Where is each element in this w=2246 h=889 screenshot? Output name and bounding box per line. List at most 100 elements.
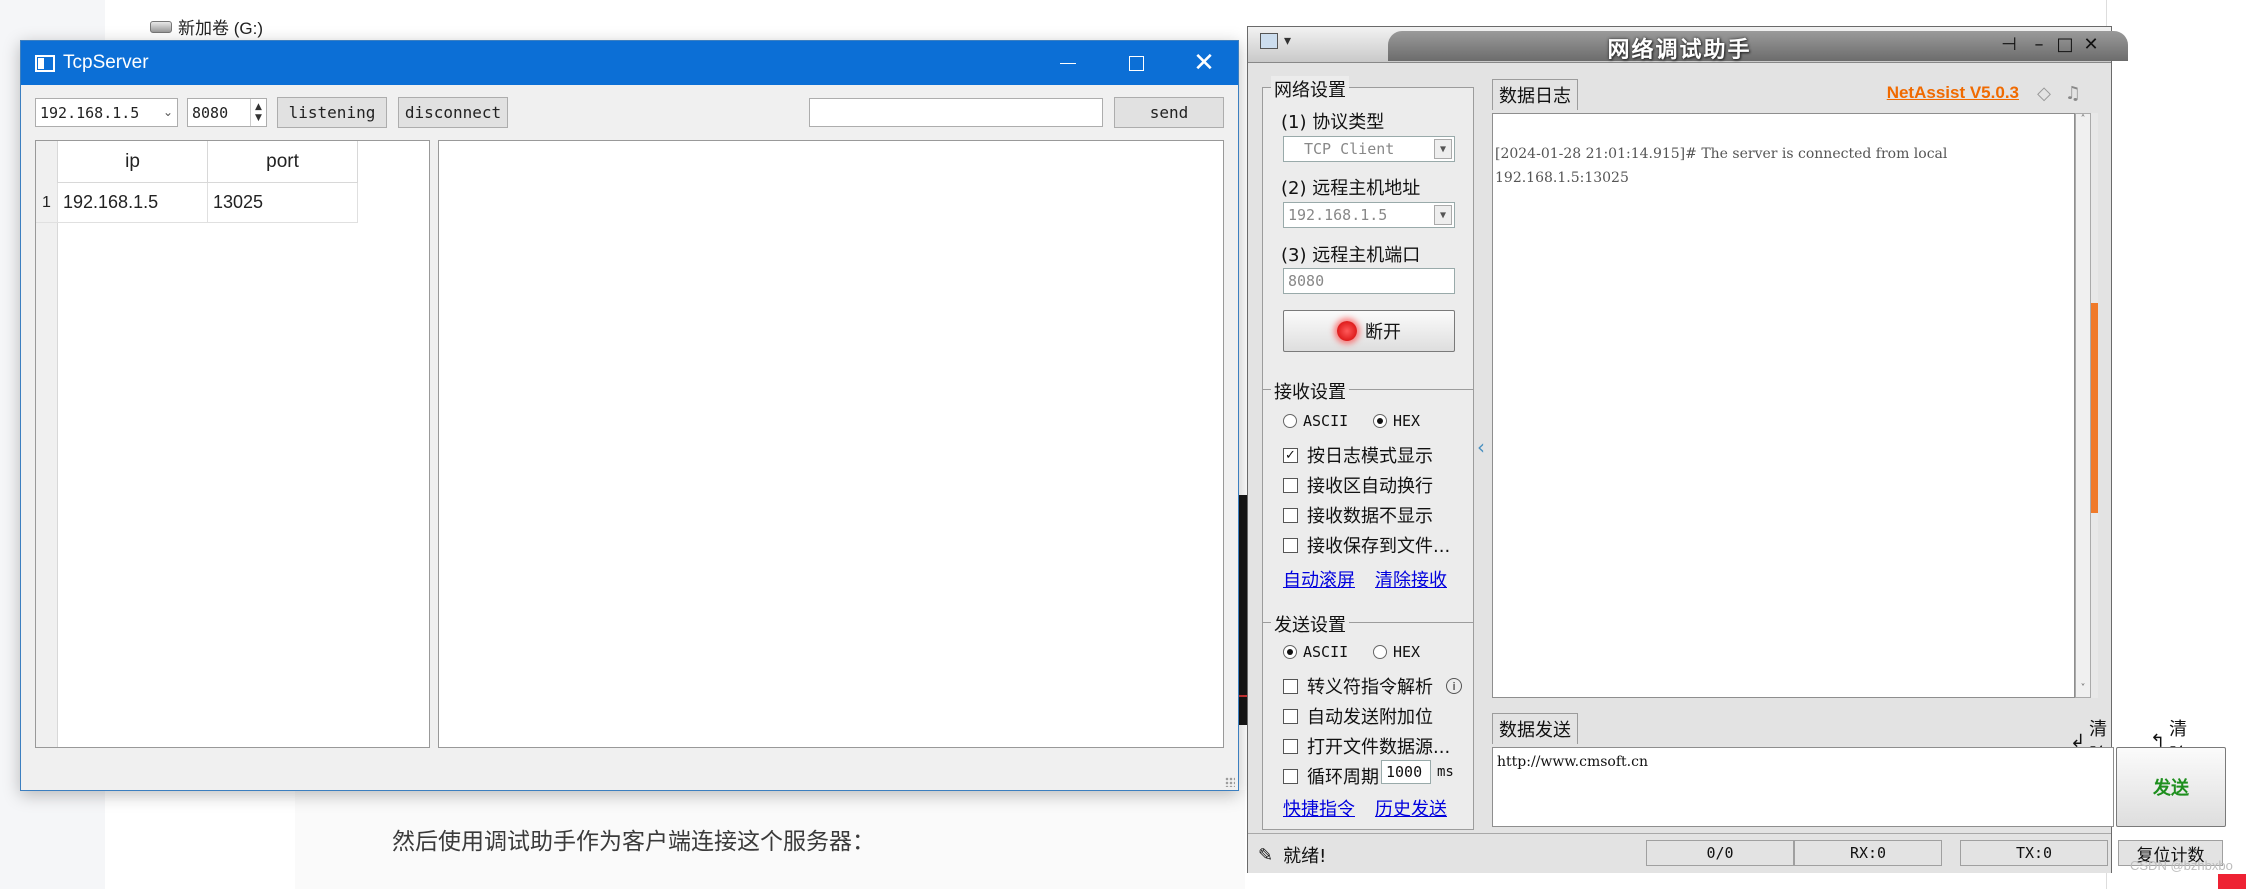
row-index[interactable]: 1 <box>36 183 58 223</box>
period-input[interactable]: 1000 <box>1381 760 1431 784</box>
bell-icon[interactable]: ♫ <box>2065 83 2081 104</box>
resize-grip-icon[interactable] <box>1225 777 1235 787</box>
auto-wrap-checkbox[interactable]: 接收区自动换行 <box>1283 472 1433 498</box>
save-file-checkbox[interactable]: 接收保存到文件... <box>1283 532 1450 558</box>
listening-button[interactable]: listening <box>277 97 387 128</box>
log-line: [2024-01-28 21:01:14.915]# The server is… <box>1495 146 1948 162</box>
save-file-label: 接收保存到文件... <box>1307 536 1451 557</box>
tcpserver-titlebar[interactable]: TcpServer ✕ <box>21 41 1238 85</box>
scroll-down-icon[interactable]: ˅ <box>2076 683 2090 697</box>
ip-select[interactable]: 192.168.1.5 ⌄ <box>35 98 178 127</box>
client-table[interactable]: ip port 1 192.168.1.5 13025 <box>35 140 430 748</box>
checkbox-icon <box>1283 678 1298 694</box>
receive-log[interactable]: [2024-01-28 21:01:14.915]# The server is… <box>1492 113 2075 698</box>
tab-data-send[interactable]: 数据发送 <box>1492 713 1578 744</box>
log-mode-checkbox[interactable]: ✓ 按日志模式显示 <box>1283 442 1433 468</box>
escape-parse-checkbox[interactable]: 转义符指令解析 i <box>1283 673 1462 699</box>
loop-period-label: 循环周期 <box>1307 767 1379 788</box>
checkbox-icon <box>1283 708 1298 724</box>
auto-scroll-link[interactable]: 自动滚屏 <box>1283 566 1355 592</box>
period-unit: ms <box>1437 764 1454 780</box>
info-icon[interactable]: i <box>1446 678 1462 694</box>
port-input[interactable]: 8080 <box>1283 268 1455 294</box>
status-bar: ✎ 就绪! 0/0 RX:0 TX:0 复位计数 <box>1248 833 2223 873</box>
send-input[interactable] <box>809 98 1103 127</box>
open-file-checkbox[interactable]: 打开文件数据源... <box>1283 733 1450 759</box>
host-select[interactable]: 192.168.1.5 ▼ <box>1283 202 1455 228</box>
send-button[interactable]: send <box>1114 97 1224 128</box>
clear-receive-link[interactable]: 清除接收 <box>1375 566 1447 592</box>
minimize-button[interactable] <box>1034 41 1102 85</box>
netassist-close-button[interactable]: ✕ <box>2081 31 2101 57</box>
tcpserver-window: TcpServer ✕ 192.168.1.5 ⌄ 8080 ▲ ▼ listen… <box>20 40 1239 791</box>
tcpserver-toolbar: 192.168.1.5 ⌄ 8080 ▲ ▼ listening disconne… <box>21 97 1238 128</box>
side-accent-bar <box>2091 113 2098 698</box>
netassist-title: 网络调试助手 <box>1607 38 1752 63</box>
receive-ascii-label: ASCII <box>1303 412 1349 430</box>
checkbox-icon <box>1283 507 1298 523</box>
log-mode-label: 按日志模式显示 <box>1307 446 1433 467</box>
send-settings-panel: 发送设置 ASCII HEX 转义符指令解析 i 自动发送附加位 打开文件数据源.… <box>1262 611 1474 830</box>
loop-period-checkbox[interactable]: 循环周期 <box>1283 763 1379 789</box>
auto-wrap-label: 接收区自动换行 <box>1307 476 1433 497</box>
port-input-value: 8080 <box>1288 272 1325 290</box>
close-icon: ✕ <box>1193 48 1215 78</box>
send-textarea[interactable]: http://www.cmsoft.cn <box>1492 747 2114 827</box>
radio-selected-icon <box>1373 414 1387 428</box>
disconnect-button[interactable]: 断开 <box>1283 310 1455 352</box>
hide-data-checkbox[interactable]: 接收数据不显示 <box>1283 502 1433 528</box>
netassist-minimize-button[interactable]: – <box>2029 31 2049 57</box>
netassist-brand-link[interactable]: NetAssist V5.0.3 <box>1887 83 2019 103</box>
netassist-window: ▾ 网络调试助手 ⊣ – □ ✕ 网络设置 (1) 协议类型 TCP Clien… <box>1247 26 2226 873</box>
port-spinbox[interactable]: 8080 ▲ ▼ <box>187 98 267 127</box>
status-led-icon <box>1337 321 1357 341</box>
spin-arrows-icon[interactable]: ▲ ▼ <box>250 99 266 126</box>
history-link[interactable]: 历史发送 <box>1375 795 1447 821</box>
collapse-panel-button[interactable]: ‹ <box>1476 387 1486 507</box>
article-text: 然后使用调试助手作为客户端连接这个服务器： <box>392 828 875 854</box>
checked-icon: ✓ <box>1283 447 1298 463</box>
radio-icon <box>1283 414 1297 428</box>
receive-hex-radio[interactable]: HEX <box>1373 412 1420 430</box>
chevron-down-icon: ▼ <box>1434 205 1452 225</box>
append-bit-label: 自动发送附加位 <box>1307 707 1433 728</box>
app-icon <box>35 54 55 72</box>
drive-label: 新加卷 (G:) <box>178 19 263 38</box>
server-log[interactable] <box>438 140 1224 748</box>
log-scrollbar[interactable]: ˄ ˅ <box>2075 113 2091 698</box>
corner-badge <box>2218 874 2246 889</box>
column-header-ip[interactable]: ip <box>58 141 208 183</box>
receive-ascii-radio[interactable]: ASCII <box>1283 412 1348 430</box>
scroll-up-icon[interactable]: ˄ <box>2076 114 2090 128</box>
minimize-icon <box>1060 62 1076 64</box>
table-cell-ip[interactable]: 192.168.1.5 <box>58 183 208 223</box>
drive-item[interactable]: 新加卷 (G:) <box>150 14 263 39</box>
minimize-icon: – <box>2034 33 2044 55</box>
diamond-icon[interactable]: ◇ <box>2037 83 2051 104</box>
send-hex-radio[interactable]: HEX <box>1373 643 1420 661</box>
escape-parse-label: 转义符指令解析 <box>1307 677 1433 698</box>
column-header-port[interactable]: port <box>208 141 358 183</box>
network-settings-legend: 网络设置 <box>1271 76 1349 102</box>
pin-icon: ⊣ <box>2001 33 2017 55</box>
status-ready-text: 就绪! <box>1283 846 1327 867</box>
protocol-select[interactable]: TCP Client ▼ <box>1283 136 1455 162</box>
receive-settings-legend: 接收设置 <box>1271 378 1349 404</box>
open-file-label: 打开文件数据源... <box>1307 737 1451 758</box>
table-cell-port[interactable]: 13025 <box>208 183 358 223</box>
maximize-button[interactable] <box>1102 41 1170 85</box>
disconnect-button[interactable]: disconnect <box>398 97 508 128</box>
append-bit-checkbox[interactable]: 自动发送附加位 <box>1283 703 1433 729</box>
tab-data-log[interactable]: 数据日志 <box>1492 79 1578 110</box>
shortcut-link[interactable]: 快捷指令 <box>1283 795 1355 821</box>
status-ready: ✎ 就绪! <box>1258 842 1326 868</box>
netassist-titlebar[interactable]: ▾ 网络调试助手 ⊣ – □ ✕ <box>1248 27 2128 63</box>
window-title: TcpServer <box>63 52 149 73</box>
pin-button[interactable]: ⊣ <box>1999 31 2019 57</box>
netassist-maximize-button[interactable]: □ <box>2055 31 2075 57</box>
send-ascii-radio[interactable]: ASCII <box>1283 643 1348 661</box>
protocol-value: TCP Client <box>1304 140 1395 158</box>
checkbox-icon <box>1283 738 1298 754</box>
close-button[interactable]: ✕ <box>1170 41 1238 85</box>
send-button[interactable]: 发送 <box>2116 747 2226 827</box>
